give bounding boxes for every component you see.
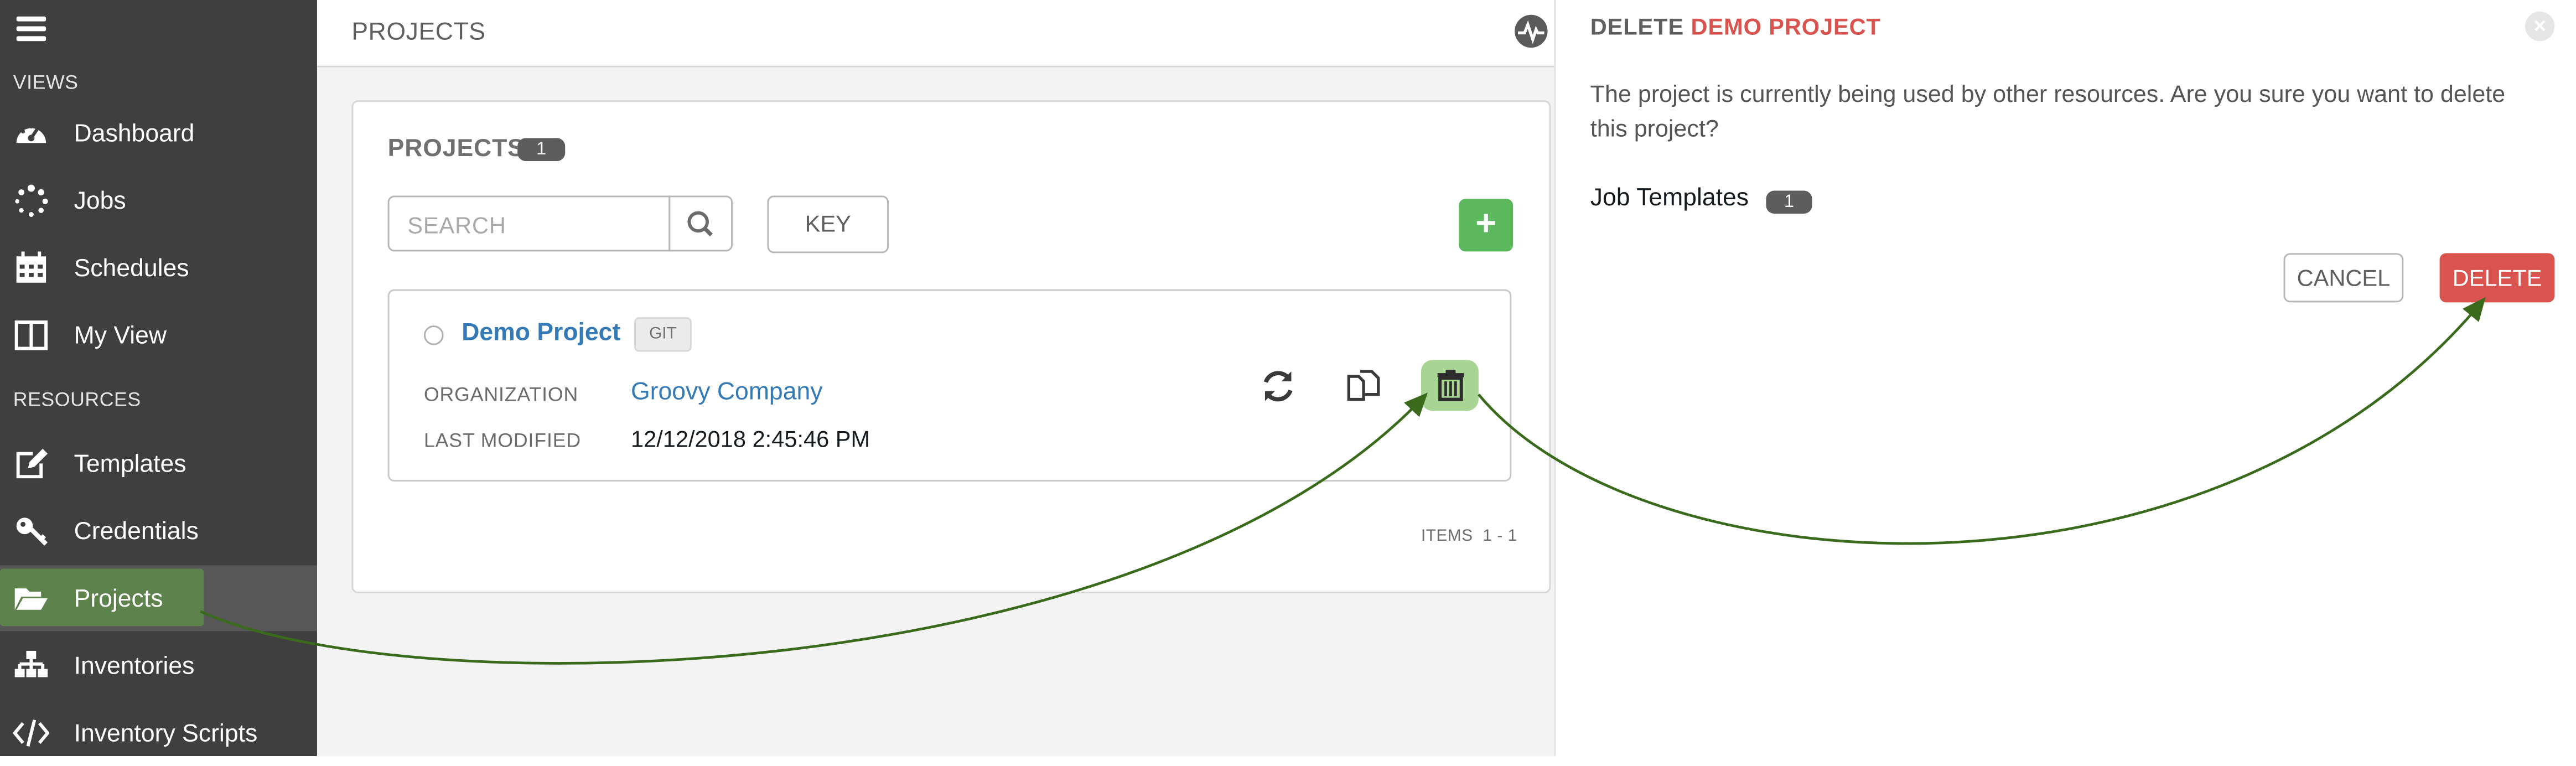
sidebar-item-schedules[interactable]: Schedules	[0, 235, 317, 301]
project-name-link[interactable]: Demo Project	[462, 319, 620, 346]
project-count-badge: 1	[517, 138, 566, 162]
cancel-button[interactable]: CANCEL	[2283, 253, 2404, 303]
tachometer-icon	[16, 125, 46, 143]
sidebar-item-label: Inventories	[74, 651, 195, 680]
job-templates-label: Job Templates	[1590, 184, 1749, 213]
search-field[interactable]	[387, 195, 674, 252]
sitemap-icon	[14, 650, 48, 677]
key-button[interactable]: KEY	[767, 195, 889, 253]
search-input[interactable]	[404, 199, 674, 252]
close-icon[interactable]: ×	[2525, 11, 2555, 42]
sidebar-item-label: My View	[74, 321, 167, 350]
key-icon	[16, 517, 48, 546]
spinner-icon	[15, 184, 48, 217]
search-button[interactable]	[668, 195, 733, 252]
add-project-button[interactable]: +	[1459, 199, 1514, 252]
organization-link[interactable]: Groovy Company	[631, 378, 823, 406]
job-templates-count-badge: 1	[1766, 190, 1812, 214]
sidebar-item-inventory-scripts[interactable]: Inventory Scripts	[0, 700, 317, 766]
sidebar-item-label: Schedules	[74, 253, 189, 282]
sidebar-item-jobs[interactable]: Jobs	[0, 168, 317, 234]
copy-icon[interactable]	[1344, 365, 1386, 407]
pencil-square-icon	[16, 448, 48, 479]
sidebar-item-projects[interactable]: Projects	[0, 565, 317, 632]
sidebar-item-dashboard[interactable]: Dashboard	[0, 100, 317, 166]
columns-icon	[14, 320, 48, 350]
sidebar-item-label: Templates	[74, 449, 186, 478]
sidebar-item-label: Projects	[74, 584, 163, 613]
delete-button[interactable]: DELETE	[2439, 253, 2555, 303]
refresh-icon[interactable]	[1257, 365, 1299, 407]
items-label: ITEMS	[1421, 527, 1473, 546]
items-count: ITEMS 1 - 1	[1421, 527, 1517, 546]
calendar-icon	[16, 251, 46, 283]
resources-section-label: RESOURCES	[13, 387, 141, 411]
scm-type-tag: GIT	[634, 317, 692, 352]
sidebar-item-inventories[interactable]: Inventories	[0, 633, 317, 698]
views-section-label: VIEWS	[13, 70, 79, 94]
dialog-title: DELETE DEMO PROJECT	[1590, 13, 1881, 40]
top-bar: PROJECTS	[317, 0, 1554, 68]
sidebar-item-credentials[interactable]: Credentials	[0, 498, 317, 564]
organization-label: ORGANIZATION	[423, 382, 579, 406]
panel-title: PROJECTS	[387, 134, 525, 163]
sidebar-item-label: Credentials	[74, 516, 199, 545]
sidebar-item-my-view[interactable]: My View	[0, 302, 317, 368]
dialog-title-resource: DEMO PROJECT	[1691, 13, 1881, 40]
hamburger-menu-icon[interactable]	[16, 16, 46, 43]
last-modified-label: LAST MODIFIED	[423, 429, 582, 452]
code-icon	[13, 719, 50, 747]
sidebar-item-label: Inventory Scripts	[74, 719, 258, 747]
sidebar-item-label: Jobs	[74, 187, 126, 215]
dialog-message: The project is currently being used by o…	[1590, 82, 2506, 143]
folder-open-icon	[14, 588, 48, 610]
last-modified-value: 12/12/2018 2:45:46 PM	[631, 426, 870, 452]
breadcrumb[interactable]: PROJECTS	[351, 18, 485, 46]
items-range: 1 - 1	[1483, 527, 1517, 546]
sidebar: VIEWS Dashboard Jobs Schedules My View R…	[0, 0, 317, 757]
project-select-radio[interactable]	[423, 325, 444, 345]
trash-icon[interactable]	[1429, 365, 1472, 407]
sidebar-item-label: Dashboard	[74, 119, 195, 147]
activity-stream-icon[interactable]	[1513, 13, 1549, 49]
search-icon	[687, 211, 713, 237]
dialog-title-prefix: DELETE	[1590, 13, 1684, 40]
sidebar-item-templates[interactable]: Templates	[0, 431, 317, 496]
